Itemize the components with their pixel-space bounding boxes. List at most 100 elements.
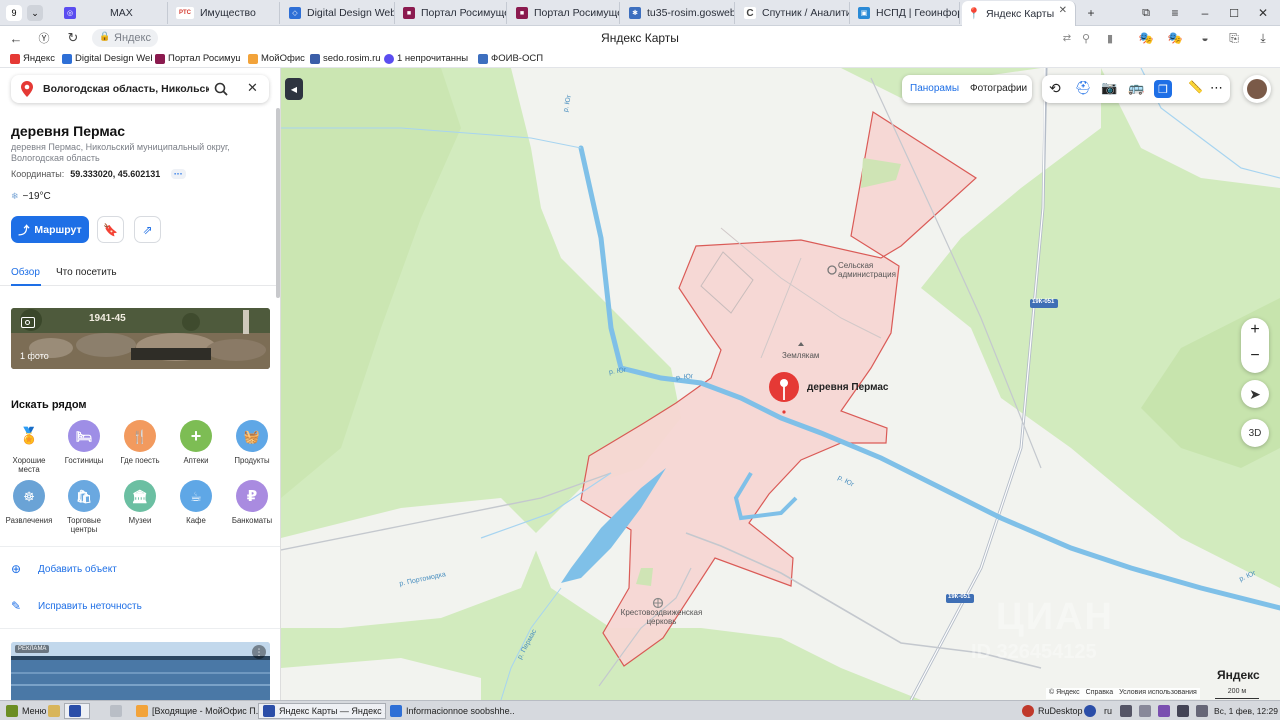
bookmark-item[interactable]: Digital Design Web: [62, 53, 152, 64]
category-hotels[interactable]: 🛏 Гостиницы: [56, 420, 112, 465]
taskbar-yandex-icon[interactable]: [64, 703, 90, 719]
zoom-in-button[interactable]: +: [1241, 321, 1269, 339]
minimize-icon[interactable]: –: [1196, 4, 1214, 22]
browser-tab[interactable]: ■ Портал Росимущест: [397, 2, 507, 24]
extension-icon[interactable]: 🎭: [1137, 29, 1155, 47]
poi-church-label[interactable]: Крестовоздвиженская церковь: [614, 608, 709, 626]
good-places-icon: 🏅: [13, 420, 45, 452]
taskbar-item-active[interactable]: Яндекс Карты — Яндекс ...: [258, 703, 386, 719]
bookmark-button[interactable]: 🔖: [97, 216, 124, 243]
bookmark-item[interactable]: 1 непрочитанный: [384, 53, 468, 64]
map-layers-icon[interactable]: ⟲: [1049, 80, 1061, 97]
3d-button[interactable]: 3D: [1241, 419, 1269, 447]
share-button[interactable]: ⇗: [134, 216, 161, 243]
search-box[interactable]: Вологодская область, Никольский р ✕: [11, 75, 269, 103]
back-icon[interactable]: ←: [7, 29, 25, 47]
traffic-icon[interactable]: ⛑: [1075, 80, 1092, 96]
browser-tab-active[interactable]: 📍 Яндекс Карты ✕: [962, 1, 1076, 26]
bookmark-item[interactable]: ФОИВ-ОСП: [478, 53, 548, 64]
user-avatar[interactable]: [1243, 75, 1271, 103]
bookmark-icon[interactable]: ▮: [1101, 29, 1119, 47]
bookmark-item[interactable]: МойОфис: [248, 53, 308, 64]
keyboard-layout[interactable]: ru: [1100, 703, 1116, 719]
map-pin-label[interactable]: деревня Пермас: [807, 382, 889, 393]
downloads-icon[interactable]: ⤓: [1254, 29, 1272, 47]
yandex-logo[interactable]: Яндекс: [1217, 668, 1260, 682]
locate-me-button[interactable]: ➤: [1241, 380, 1269, 408]
category-good-places[interactable]: 🏅 Хорошие места: [1, 420, 57, 474]
category-entertainment[interactable]: ☸ Развлечения: [1, 480, 57, 525]
bookmark-item[interactable]: Яндекс: [10, 53, 60, 64]
footer-help-link[interactable]: Справка: [1086, 689, 1113, 698]
close-search-icon[interactable]: ✕: [247, 80, 258, 96]
window-restore-icon[interactable]: ⧉: [1137, 4, 1155, 22]
category-pharmacy[interactable]: + Аптеки: [168, 420, 224, 465]
tab-label: Имущество: [200, 7, 256, 19]
browser-tab[interactable]: ▣ НСПД | Геоинформа: [852, 2, 960, 24]
browser-tab[interactable]: C Спутник / Аналитик: [738, 2, 850, 24]
browser-tab[interactable]: РТС Имущество: [170, 2, 280, 24]
url-field[interactable]: 🔒 Яндекс: [92, 29, 158, 47]
tray-rudesktop[interactable]: RuDesktop: [1018, 703, 1087, 719]
category-label: Развлечения: [5, 516, 53, 525]
layers-icon[interactable]: ❐: [1154, 80, 1172, 98]
category-food[interactable]: 🍴 Где поесть: [112, 420, 168, 465]
place-photo[interactable]: 1941-45 1 фото: [11, 308, 270, 369]
reload-icon[interactable]: ↻: [64, 29, 82, 47]
tab-list-dropdown-icon[interactable]: ⌄: [27, 5, 43, 21]
category-malls[interactable]: 🛍 Торговые центры: [56, 480, 112, 534]
zoom-out-button[interactable]: −: [1241, 347, 1269, 365]
bus-icon[interactable]: 🚌: [1128, 80, 1144, 96]
photos-tab[interactable]: Фотографии: [970, 83, 1027, 94]
category-cafe[interactable]: ☕ Кафе: [168, 480, 224, 525]
location-icon[interactable]: ⚲: [1077, 29, 1095, 47]
more-icon[interactable]: ···: [170, 169, 186, 179]
map-canvas[interactable]: Сельская администрация Землякам деревня …: [281, 68, 1280, 700]
footer-terms-link[interactable]: Условия использования: [1119, 689, 1197, 698]
tab-overview[interactable]: Обзор: [11, 267, 40, 278]
poi-zemlyakam-label[interactable]: Землякам: [782, 351, 819, 360]
tab-counter[interactable]: 9: [6, 5, 22, 21]
route-label: Маршрут: [34, 223, 82, 236]
add-object-link[interactable]: ⊕ Добавить объект: [11, 562, 117, 576]
search-icon[interactable]: [214, 82, 228, 96]
taskbar-item[interactable]: Informacionnoe soobshhe...: [386, 703, 514, 719]
ruler-icon[interactable]: 📏: [1188, 80, 1203, 94]
menu-icon[interactable]: ≡: [1166, 4, 1184, 22]
browser-tab[interactable]: ✱ tu35-rosim.gosweb.: [623, 2, 735, 24]
coordinates-value[interactable]: 59.333020, 45.602131: [70, 169, 160, 179]
sidebar-scrollbar[interactable]: [276, 108, 280, 298]
collapse-sidebar-button[interactable]: ◀: [285, 78, 303, 100]
browser-tab[interactable]: ◎ MAX: [58, 2, 168, 24]
taskbar-app-icon[interactable]: [106, 703, 130, 719]
poi-admin-label[interactable]: Сельская администрация: [838, 261, 908, 279]
panoramas-tab[interactable]: Панорамы: [910, 83, 959, 94]
new-tab-icon[interactable]: +: [1082, 4, 1100, 22]
advertisement-image[interactable]: РЕКЛАМА ⋮: [11, 642, 270, 700]
category-atm[interactable]: ₽ Банкоматы: [224, 480, 280, 525]
more-icon[interactable]: ⋯: [1210, 80, 1223, 96]
share-icon[interactable]: ⎘: [1225, 29, 1243, 47]
browser-tab[interactable]: ■ Портал Росимущест: [510, 2, 620, 24]
clock[interactable]: Вс, 1 фев, 12:29: [1210, 703, 1280, 719]
translate-icon[interactable]: ⇄: [1058, 29, 1076, 47]
extension-icon[interactable]: 🎭: [1166, 29, 1184, 47]
category-groceries[interactable]: 🧺 Продукты: [224, 420, 280, 465]
ad-menu-icon[interactable]: ⋮: [252, 645, 266, 659]
route-button[interactable]: ⤴ Маршрут: [11, 216, 89, 243]
tab-what-to-visit[interactable]: Что посетить: [56, 267, 117, 278]
maximize-icon[interactable]: ☐: [1225, 4, 1243, 22]
search-input[interactable]: Вологодская область, Никольский р: [43, 83, 209, 95]
bookmark-item[interactable]: sedo.rosim.ru: [310, 53, 380, 64]
category-museums[interactable]: 🏛 Музеи: [112, 480, 168, 525]
tab-close-icon[interactable]: ✕: [1059, 5, 1067, 16]
camera-icon[interactable]: 📷: [1101, 80, 1117, 96]
close-window-icon[interactable]: ✕: [1254, 4, 1272, 22]
tray-icons[interactable]: [1116, 703, 1216, 719]
taskbar-item[interactable]: [Входящие - МойОфис П...: [132, 703, 258, 719]
browser-tab[interactable]: ◇ Digital Design Web C: [283, 2, 395, 24]
fix-error-link[interactable]: ✎ Исправить неточность: [11, 599, 142, 613]
bookmark-item[interactable]: Портал Росимущ: [155, 53, 240, 64]
extension-icon[interactable]: ◒: [1196, 29, 1214, 47]
yandex-browser-icon[interactable]: Ⓨ: [35, 29, 53, 47]
